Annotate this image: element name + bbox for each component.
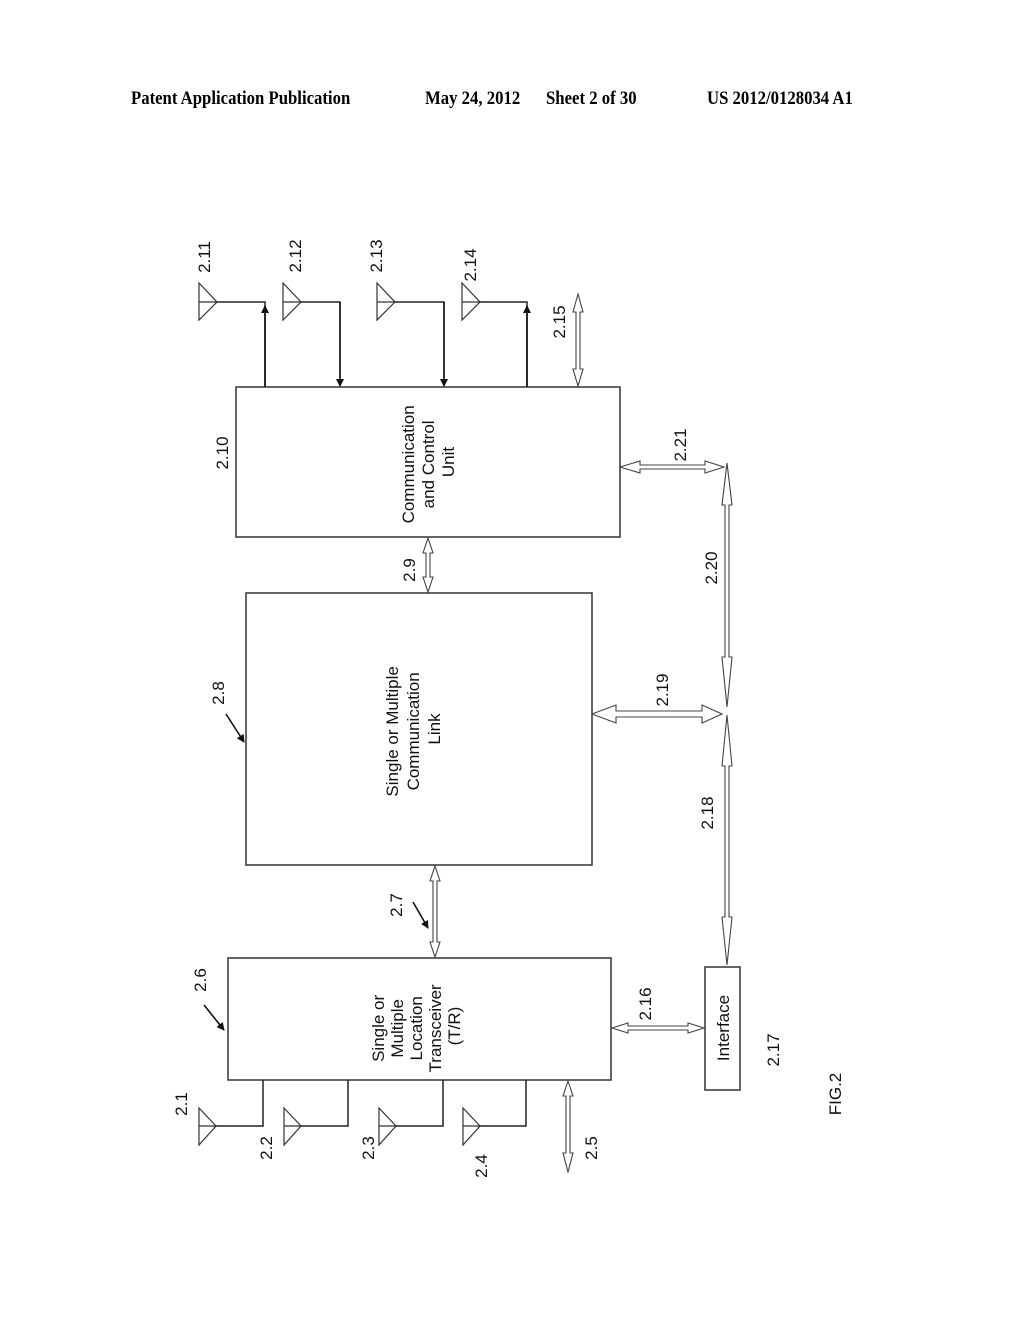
arrow-2-9 xyxy=(422,536,434,594)
antenna-2-3 xyxy=(378,1080,444,1147)
ref-2-16: 2.16 xyxy=(636,987,655,1020)
antenna-2-2 xyxy=(283,1080,349,1147)
ref-2-20: 2.20 xyxy=(702,551,721,584)
antenna-2-12 xyxy=(282,281,344,387)
leader-2-8 xyxy=(225,713,245,743)
ref-2-8: 2.8 xyxy=(209,681,228,705)
ref-2-18: 2.18 xyxy=(698,796,717,829)
interface-label: Interface xyxy=(714,995,733,1061)
arrow-2-5 xyxy=(562,1079,574,1175)
ref-2-9: 2.9 xyxy=(400,558,419,582)
arrow-2-19 xyxy=(590,704,724,724)
arrow-2-16 xyxy=(610,1022,706,1034)
arrow-2-21 xyxy=(618,460,726,474)
ref-2-1: 2.1 xyxy=(172,1092,191,1116)
ref-2-17: 2.17 xyxy=(764,1033,783,1066)
leader-2-6 xyxy=(203,1004,225,1031)
ref-2-4: 2.4 xyxy=(472,1154,491,1178)
ref-2-3: 2.3 xyxy=(359,1136,378,1160)
ref-2-11: 2.11 xyxy=(195,241,214,273)
leader-2-7 xyxy=(412,901,429,929)
arrow-2-20 xyxy=(721,462,733,708)
antenna-2-14 xyxy=(461,281,531,387)
figure-caption: FIG.2 xyxy=(826,1073,845,1116)
ref-2-5: 2.5 xyxy=(582,1136,601,1160)
antenna-2-1 xyxy=(198,1080,264,1147)
ref-2-14: 2.14 xyxy=(461,248,480,281)
antenna-2-13 xyxy=(376,281,448,387)
block-diagram: Communication and Control Unit 2.10 2.11… xyxy=(172,239,845,1178)
ref-2-6: 2.6 xyxy=(191,968,210,992)
ref-2-7: 2.7 xyxy=(387,893,406,917)
antenna-2-11 xyxy=(198,281,269,387)
arrow-2-18 xyxy=(721,714,733,966)
ref-2-2: 2.2 xyxy=(257,1136,276,1160)
arrow-2-7 xyxy=(429,864,441,959)
ref-2-13: 2.13 xyxy=(367,239,386,272)
ref-2-15: 2.15 xyxy=(550,305,569,338)
ref-2-19: 2.19 xyxy=(653,673,672,706)
antenna-2-4 xyxy=(462,1080,527,1147)
ref-2-10: 2.10 xyxy=(213,436,232,469)
ref-2-21: 2.21 xyxy=(671,428,690,461)
ref-2-12: 2.12 xyxy=(286,239,305,272)
arrow-2-15 xyxy=(572,291,584,388)
